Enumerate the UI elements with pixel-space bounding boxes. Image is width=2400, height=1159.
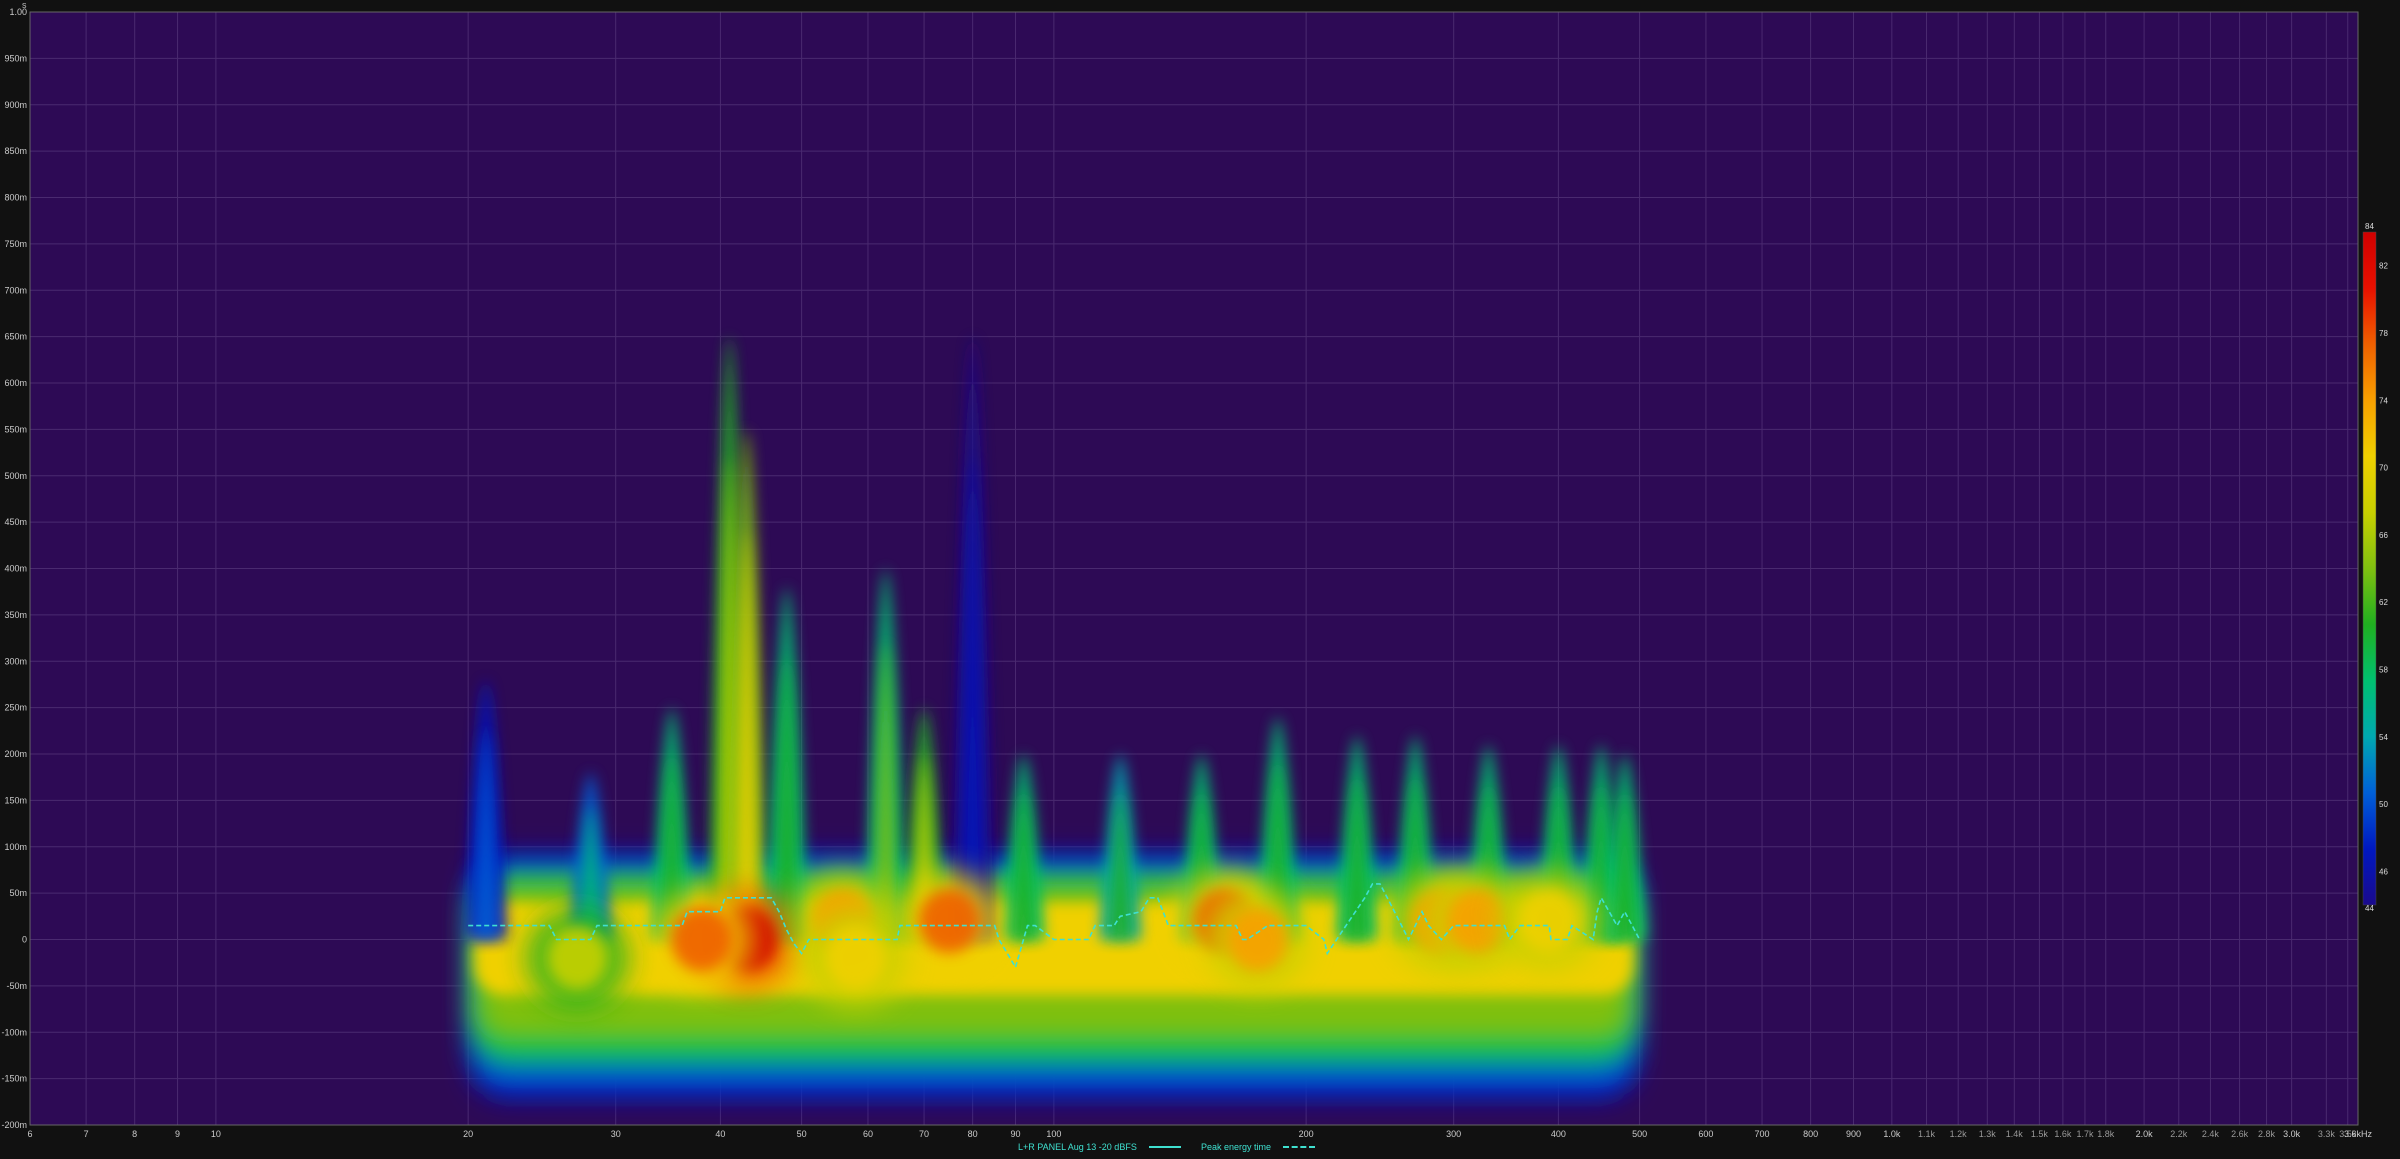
heat-hotspot-core bbox=[918, 888, 980, 953]
y-tick-label: 500m bbox=[4, 471, 27, 481]
legend-label-measurement: L+R PANEL Aug 13 -20 dBFS bbox=[1018, 1142, 1137, 1152]
y-tick-label: 750m bbox=[4, 239, 27, 249]
x-tick-label: 2.0k bbox=[2136, 1129, 2154, 1139]
colorbar-tick-label: 84 bbox=[2365, 222, 2374, 231]
x-tick-label: 2.2k bbox=[2170, 1129, 2188, 1139]
solid-line-icon bbox=[1148, 1146, 1181, 1148]
x-tick-label: 1.3k bbox=[1979, 1129, 1997, 1139]
heat-hotspot-core bbox=[671, 907, 733, 972]
colorbar-tick-label: 54 bbox=[2379, 733, 2388, 742]
y-tick-label: 450m bbox=[4, 517, 27, 527]
colorbar-tick-label: 46 bbox=[2379, 867, 2388, 876]
colorbar-tick-label: 70 bbox=[2379, 464, 2388, 473]
colorbar-tick-label: 82 bbox=[2379, 262, 2388, 271]
x-tick-label: 1.4k bbox=[2006, 1129, 2024, 1139]
y-tick-label: 650m bbox=[4, 332, 27, 342]
legend: L+R PANEL Aug 13 -20 dBFS Peak energy ti… bbox=[0, 1142, 2400, 1158]
x-tick-label: 2.8k bbox=[2258, 1129, 2276, 1139]
x-tick-label: 90 bbox=[1011, 1129, 1021, 1139]
y-tick-label: 1.00 bbox=[9, 7, 27, 17]
x-tick-label: 6 bbox=[27, 1129, 32, 1139]
heat-hotspot-core bbox=[825, 926, 887, 991]
colorbar-tick-label: 66 bbox=[2379, 531, 2388, 540]
x-tick-label: 600 bbox=[1698, 1129, 1713, 1139]
colorbar bbox=[2362, 231, 2377, 906]
y-tick-label: 600m bbox=[4, 378, 27, 388]
y-tick-label: 150m bbox=[4, 795, 27, 805]
y-tick-label: 100m bbox=[4, 842, 27, 852]
y-tick-label: 850m bbox=[4, 146, 27, 156]
x-tick-label: 200 bbox=[1299, 1129, 1314, 1139]
y-tick-label: -100m bbox=[1, 1027, 27, 1037]
y-tick-label: 700m bbox=[4, 285, 27, 295]
spectrogram-chart[interactable]: 1.00950m900m850m800m750m700m650m600m550m… bbox=[0, 0, 2400, 1140]
dashed-line-icon bbox=[1283, 1146, 1316, 1148]
heat-hotspot-core bbox=[1518, 888, 1580, 953]
x-tick-label: 700 bbox=[1755, 1129, 1770, 1139]
colorbar-tick-label: 74 bbox=[2379, 396, 2388, 405]
colorbar-tick-label: 44 bbox=[2365, 904, 2374, 913]
x-tick-label: 60 bbox=[863, 1129, 873, 1139]
heat-hotspot-core bbox=[546, 926, 608, 991]
colorbar-tick-label: 58 bbox=[2379, 665, 2388, 674]
legend-label-peak-energy: Peak energy time bbox=[1201, 1142, 1272, 1152]
x-tick-label: 2.4k bbox=[2202, 1129, 2220, 1139]
colorbar-tick-label: 78 bbox=[2379, 329, 2388, 338]
x-tick-label: 3.6kHz bbox=[2344, 1129, 2373, 1139]
x-tick-label: 9 bbox=[175, 1129, 180, 1139]
x-tick-label: 8 bbox=[132, 1129, 137, 1139]
y-tick-label: 0 bbox=[22, 935, 27, 945]
y-tick-label: 200m bbox=[4, 749, 27, 759]
x-tick-label: 100 bbox=[1046, 1129, 1061, 1139]
x-tick-label: 3.0k bbox=[2283, 1129, 2301, 1139]
heat-hotspot-core bbox=[1227, 907, 1289, 972]
x-tick-label: 1.2k bbox=[1950, 1129, 1968, 1139]
x-tick-label: 3.3k bbox=[2318, 1129, 2336, 1139]
y-tick-label: -150m bbox=[1, 1074, 27, 1084]
x-tick-label: 50 bbox=[797, 1129, 807, 1139]
x-tick-label: 10 bbox=[211, 1129, 221, 1139]
x-tick-label: 1.0k bbox=[1883, 1129, 1901, 1139]
x-tick-label: 500 bbox=[1632, 1129, 1647, 1139]
y-tick-label: 550m bbox=[4, 424, 27, 434]
x-tick-label: 1.5k bbox=[2031, 1129, 2049, 1139]
x-tick-label: 300 bbox=[1446, 1129, 1461, 1139]
x-tick-label: 20 bbox=[463, 1129, 473, 1139]
colorbar-tick-label: 50 bbox=[2379, 800, 2388, 809]
spectrogram-window: s 1.00 950m 900m 850m 800m 750m 700m 650m 600m 55… bbox=[0, 0, 2400, 1159]
y-tick-label: 950m bbox=[4, 53, 27, 63]
x-tick-label: 800 bbox=[1803, 1129, 1818, 1139]
x-tick-label: 1.6k bbox=[2054, 1129, 2072, 1139]
x-tick-label: 30 bbox=[611, 1129, 621, 1139]
x-tick-label: 70 bbox=[919, 1129, 929, 1139]
x-tick-label: 40 bbox=[715, 1129, 725, 1139]
legend-item-measurement[interactable]: L+R PANEL Aug 13 -20 dBFS bbox=[1018, 1142, 1181, 1152]
colorbar-tick-label: 62 bbox=[2379, 598, 2388, 607]
y-tick-label: 900m bbox=[4, 100, 27, 110]
x-tick-label: 1.1k bbox=[1918, 1129, 1936, 1139]
x-tick-label: 7 bbox=[84, 1129, 89, 1139]
y-tick-label: 50m bbox=[9, 888, 27, 898]
x-tick-label: 1.7k bbox=[2076, 1129, 2094, 1139]
y-tick-label: -200m bbox=[1, 1120, 27, 1130]
y-tick-label: 350m bbox=[4, 610, 27, 620]
y-tick-label: 300m bbox=[4, 656, 27, 666]
x-tick-label: 2.6k bbox=[2231, 1129, 2249, 1139]
y-tick-label: 800m bbox=[4, 193, 27, 203]
x-tick-label: 900 bbox=[1846, 1129, 1861, 1139]
x-tick-label: 400 bbox=[1551, 1129, 1566, 1139]
y-tick-label: -50m bbox=[6, 981, 27, 991]
x-tick-label: 1.8k bbox=[2097, 1129, 2115, 1139]
y-tick-label: 400m bbox=[4, 564, 27, 574]
legend-item-peak-energy[interactable]: Peak energy time bbox=[1201, 1142, 1316, 1152]
y-tick-label: 250m bbox=[4, 703, 27, 713]
x-tick-label: 80 bbox=[968, 1129, 978, 1139]
